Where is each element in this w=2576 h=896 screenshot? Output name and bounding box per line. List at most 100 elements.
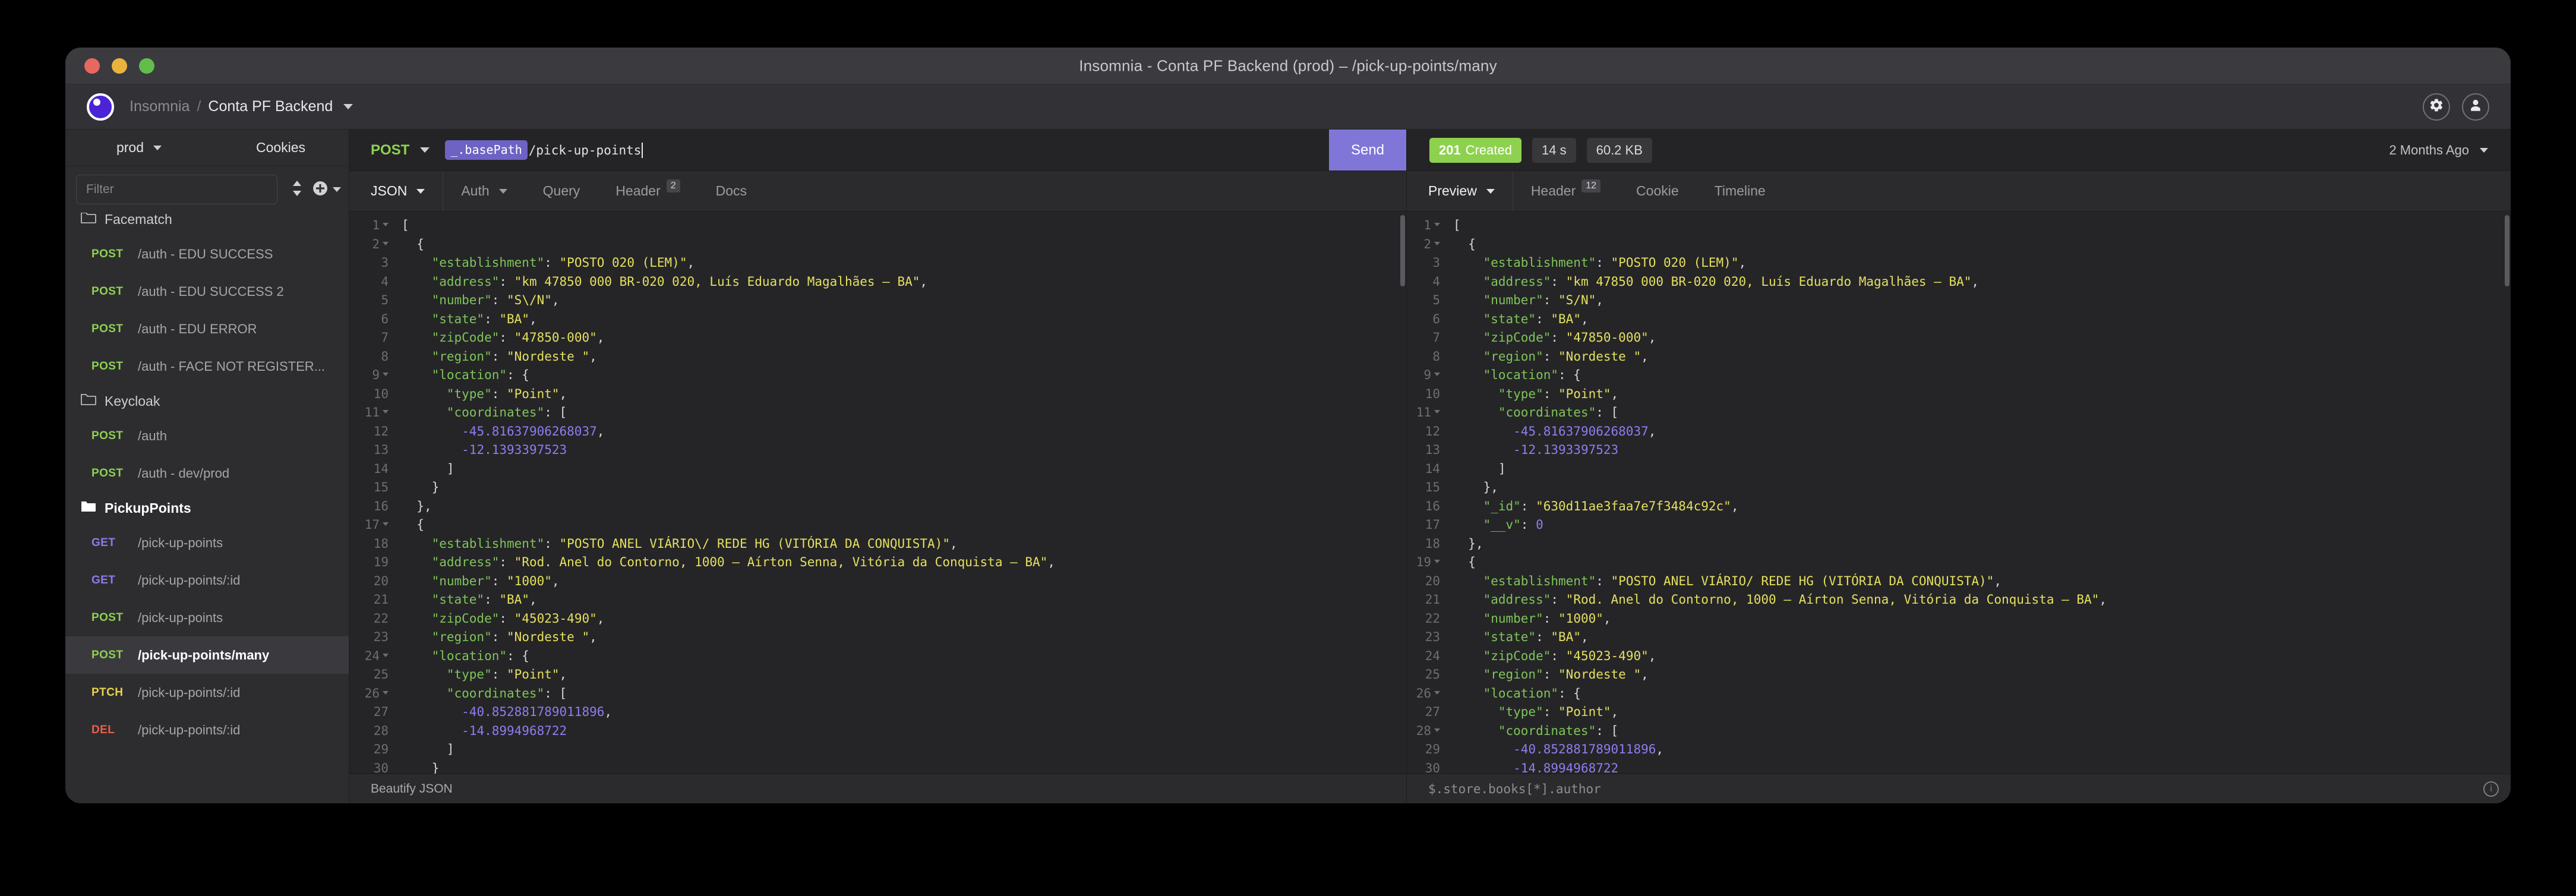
request-code-line: 22 "zipCode": "45023-490", [349,610,1406,629]
sidebar-request-item[interactable]: POST/auth - FACE NOT REGISTER... [65,348,349,385]
response-code-line: 16 "_id": "630d11ae3faa7e7f3484c92c", [1407,497,2511,516]
request-method-tag: POST [91,429,124,442]
response-body-viewer[interactable]: 1[2 {3 "establishment": "POSTO 020 (LEM)… [1407,212,2511,774]
response-code-line: 6 "state": "BA", [1407,310,2511,329]
fold-toggle-icon[interactable] [383,410,389,414]
fold-toggle-icon[interactable] [1434,410,1440,414]
response-code-line: 18 }, [1407,535,2511,554]
request-tab-header[interactable]: Header 2 [598,171,697,211]
request-scrollbar[interactable] [1400,215,1405,286]
request-code-line: 12 -45.81637906268037, [349,422,1406,441]
code-text: "establishment": "POSTO ANEL VIÁRIO/ RED… [1483,573,2002,588]
fold-toggle-icon[interactable] [383,522,389,526]
breadcrumb-workspace-name[interactable]: Conta PF Backend [208,98,333,115]
environment-selector[interactable]: prod [65,130,213,166]
response-history-selector[interactable]: 2 Months Ago [2389,143,2488,158]
fold-toggle-icon[interactable] [1434,241,1440,245]
sidebar-request-item[interactable]: POST/auth - EDU ERROR [65,310,349,348]
fold-toggle-icon[interactable] [1434,373,1440,376]
code-text: "address": "Rod. Anel do Contorno, 1000 … [1483,592,2107,607]
code-text: { [416,236,424,251]
account-button[interactable] [2462,93,2489,121]
line-number: 8 [1432,349,1440,364]
sidebar-request-item[interactable]: POST/pick-up-points/many [65,636,349,674]
sidebar-request-item[interactable]: POST/auth - EDU SUCCESS [65,235,349,273]
sort-button[interactable] [287,179,307,200]
send-button[interactable]: Send [1329,130,1406,171]
request-method-selector[interactable]: POST [349,130,445,171]
beautify-json-button[interactable]: Beautify JSON [371,782,453,796]
sidebar-folder-pickuppoints[interactable]: PickupPoints [65,492,349,524]
response-code-line: 9 "location": { [1407,366,2511,385]
add-request-button[interactable] [313,181,341,199]
response-code-line: 22 "number": "1000", [1407,610,2511,629]
response-tab-header[interactable]: Header 12 [1513,171,1618,211]
sidebar-request-item[interactable]: POST/auth - EDU SUCCESS 2 [65,273,349,310]
chevron-down-icon[interactable] [343,104,353,109]
line-number: 12 [373,424,389,438]
line-number: 23 [1425,630,1440,644]
line-number: 19 [1407,553,1444,572]
window-title: Insomnia - Conta PF Backend (prod) – /pi… [1079,56,1497,74]
request-tab-query[interactable]: Query [525,171,598,211]
fold-toggle-icon[interactable] [383,373,389,376]
request-tab-docs[interactable]: Docs [698,171,765,211]
settings-button[interactable] [2423,93,2450,121]
request-tab-auth[interactable]: Auth [443,171,525,211]
sidebar-request-item[interactable]: GET/pick-up-points [65,524,349,561]
desktop-background: Insomnia - Conta PF Backend (prod) – /pi… [0,0,2576,896]
request-code-line: 29 ] [349,740,1406,759]
app-body: prod Cookies Filter Facematch POST /auth… [65,130,2511,803]
tab-label: Cookie [1636,183,1679,198]
line-number: 7 [381,330,389,345]
fold-toggle-icon[interactable] [1434,223,1440,226]
fold-toggle-icon[interactable] [1434,560,1440,563]
fold-toggle-icon[interactable] [383,653,389,657]
response-scrollbar[interactable] [2505,215,2509,286]
fold-toggle-icon[interactable] [383,241,389,245]
line-number: 21 [1425,592,1440,607]
info-icon[interactable]: i [2483,781,2499,797]
code-text: -12.1393397523 [462,443,567,457]
response-tab-preview[interactable]: Preview [1407,171,1513,211]
request-body-editor[interactable]: 1[2 {3 "establishment": "POSTO 020 (LEM)… [349,212,1406,774]
fold-toggle-icon[interactable] [1434,728,1440,732]
sidebar-request-item[interactable]: POST/pick-up-points [65,599,349,636]
code-text: "state": "BA", [431,592,537,607]
plus-circle-icon [312,181,328,199]
fold-toggle-icon[interactable] [383,690,389,695]
code-text: } [431,761,440,774]
fold-toggle-icon[interactable] [1434,690,1440,695]
response-filter-input[interactable]: $.store.books[*].author [1428,782,1601,796]
cookies-button[interactable]: Cookies [213,130,349,166]
code-text: "address": "Rod. Anel do Contorno, 1000 … [431,555,1055,569]
sidebar-request-item[interactable]: POST/auth [65,417,349,455]
code-text: "coordinates": [ [446,405,567,419]
request-list[interactable]: Facematch POST/auth - EDU SUCCESS POST/aut… [65,213,349,803]
code-text: -12.1393397523 [1513,443,1619,457]
line-number: 5 [381,293,389,307]
sidebar-folder-keycloak[interactable]: Keycloak [65,385,349,417]
sidebar-request-item[interactable]: GET/pick-up-points/:id [65,561,349,599]
code-text: "coordinates": [ [446,686,567,701]
line-number: 30 [373,761,389,774]
sidebar-request-item[interactable]: POST/auth - dev/prod [65,455,349,492]
sort-icon [291,179,304,200]
response-tab-cookie[interactable]: Cookie [1618,171,1697,211]
url-template-tag[interactable]: _.basePath [445,140,528,160]
sidebar-request-item[interactable]: DEL/pick-up-points/:id [65,711,349,749]
request-method-label: POST [371,141,410,158]
line-number: 7 [1432,330,1440,345]
sidebar-folder-facematch[interactable]: Facematch [65,213,349,235]
filter-input[interactable] [76,175,277,204]
request-url-input[interactable]: _.basePath/pick-up-points [445,130,1329,171]
response-tab-timeline[interactable]: Timeline [1697,171,1783,211]
code-text: "address": "km 47850 000 BR-020 020, Luí… [431,274,928,289]
response-code-line: 25 "region": "Nordeste ", [1407,665,2511,684]
request-code-line: 17 { [349,516,1406,535]
line-number: 15 [1425,480,1440,494]
request-tab-json[interactable]: JSON [349,171,444,211]
sidebar-request-item[interactable]: PTCH/pick-up-points/:id [65,674,349,711]
fold-toggle-icon[interactable] [383,223,389,226]
chevron-down-icon [1486,188,1495,194]
